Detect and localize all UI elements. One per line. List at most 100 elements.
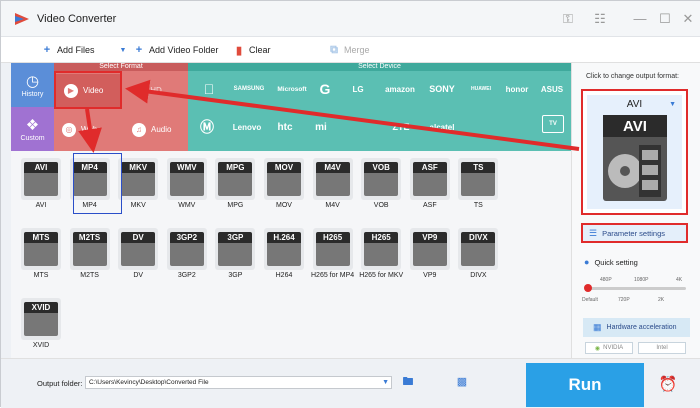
format-item[interactable]: 3GP2 3GP2 xyxy=(163,224,211,288)
brand-zte[interactable]: ZTE xyxy=(384,117,418,137)
brand-htc[interactable]: htc xyxy=(270,117,300,137)
format-icon: DV xyxy=(121,232,156,266)
brand-microsoft[interactable]: Microsoft xyxy=(272,79,312,99)
format-item[interactable]: XVID XVID xyxy=(17,294,65,358)
open-folder-icon[interactable]: ▩ xyxy=(454,376,470,389)
motorola-icon[interactable]: Ⓜ xyxy=(194,117,220,137)
select-device-header: Select Device xyxy=(188,63,571,71)
brand-sony[interactable]: SONY xyxy=(424,79,460,99)
tab-audio[interactable]: ♫ Audio xyxy=(132,113,186,146)
cart-icon[interactable]: ☷ xyxy=(591,10,609,28)
brand-mi[interactable]: mi xyxy=(308,117,334,137)
merge-button[interactable]: ⧉ Merge xyxy=(328,42,369,58)
tab-history[interactable]: ◷ History xyxy=(11,63,54,107)
format-icon: MPG xyxy=(218,162,253,196)
format-icon-tag: H265 xyxy=(315,232,350,243)
chrome-icon: ◎ xyxy=(62,122,76,137)
clear-label: Clear xyxy=(249,45,271,55)
chip-icon: ▦ xyxy=(593,322,602,332)
brand-lg[interactable]: LG xyxy=(346,79,370,99)
left-tabs: ◷ History ❖ Custom xyxy=(11,63,54,151)
output-format-card[interactable]: AVI ▼ AVI xyxy=(587,95,682,209)
format-icon-body xyxy=(461,243,496,266)
key-icon[interactable]: ⚿ xyxy=(559,10,577,28)
format-item[interactable]: TS TS xyxy=(454,154,502,218)
format-item[interactable]: MTS MTS xyxy=(17,224,65,288)
format-item[interactable]: MOV MOV xyxy=(260,154,308,218)
format-icon-body xyxy=(24,243,58,266)
format-icon-tag: WMV xyxy=(169,162,204,173)
format-item[interactable]: 3GP 3GP xyxy=(211,224,259,288)
format-item[interactable]: MPG MPG xyxy=(211,154,259,218)
add-files-button[interactable]: + Add Files xyxy=(41,42,95,58)
format-icon-body xyxy=(412,173,447,196)
tab-web[interactable]: ◎ Web xyxy=(62,113,122,146)
quality-slider[interactable] xyxy=(584,284,686,292)
format-item[interactable]: M4V M4V xyxy=(309,154,357,218)
parameter-settings-button[interactable]: ☰ Parameter settings xyxy=(581,223,688,243)
brand-lenovo[interactable]: Lenovo xyxy=(228,117,266,137)
format-item[interactable]: M2TS M2TS xyxy=(66,224,114,288)
slider-knob[interactable] xyxy=(584,284,592,292)
format-label: 3GP2 xyxy=(177,272,196,279)
format-label: MPG xyxy=(227,202,244,209)
apple-icon[interactable]:  xyxy=(196,79,222,99)
format-label: H265 for MKV xyxy=(359,272,404,279)
chevron-down-icon[interactable]: ▼ xyxy=(382,377,389,388)
alarm-clock-icon[interactable]: ⏰ xyxy=(658,375,678,395)
output-folder-path: C:\Users\Kevincy\Desktop\Converted File xyxy=(89,379,209,386)
browse-folder-icon[interactable]: 🖿 xyxy=(400,376,416,389)
format-icon: TS xyxy=(461,162,496,196)
output-folder-input[interactable]: C:\Users\Kevincy\Desktop\Converted File … xyxy=(85,376,392,389)
brand-tv[interactable]: TV xyxy=(542,115,564,133)
brand-alcatel[interactable]: alcatel xyxy=(422,117,462,137)
brand-huawei[interactable]: HUAWEI xyxy=(464,79,498,99)
nvidia-checkbox[interactable]: ◉ NVIDIA xyxy=(585,342,633,354)
format-icon-body xyxy=(267,243,301,266)
format-item[interactable]: VP9 VP9 xyxy=(406,224,454,288)
brand-honor[interactable]: honor xyxy=(500,79,534,99)
format-icon-tag: H265 xyxy=(364,232,399,243)
format-item[interactable]: H265 H265 for MKV xyxy=(357,224,405,288)
brand-asus[interactable]: ASUS xyxy=(536,79,568,99)
format-item[interactable]: ASF ASF xyxy=(406,154,454,218)
output-format-selector[interactable]: AVI ▼ AVI xyxy=(581,89,688,215)
avi-format-icon: AVI xyxy=(603,115,667,201)
format-icon-body xyxy=(24,173,58,196)
format-item[interactable]: DV DV xyxy=(114,224,162,288)
format-item[interactable]: H.264 H264 xyxy=(260,224,308,288)
tab-custom[interactable]: ❖ Custom xyxy=(11,107,54,151)
run-button[interactable]: Run xyxy=(526,363,644,407)
format-icon-body xyxy=(461,173,496,196)
minimize-button[interactable]: — xyxy=(631,10,649,28)
tab-video[interactable]: ▶ Video xyxy=(56,74,122,107)
format-icon: ASF xyxy=(412,162,447,196)
app-window: Video Converter ⚿ ☷ — ☐ ✕ + Add Files ▼ … xyxy=(0,0,700,408)
format-icon-tag: M2TS xyxy=(72,232,107,243)
format-item[interactable]: WMV WMV xyxy=(163,154,211,218)
slider-tick-480p: 480P xyxy=(600,277,612,283)
format-item[interactable]: H265 H265 for MP4 xyxy=(309,224,357,288)
brand-google[interactable]: G xyxy=(314,79,336,99)
slider-tick-default: Default xyxy=(582,297,598,303)
format-item[interactable]: VOB VOB xyxy=(357,154,405,218)
add-video-folder-button[interactable]: ▼ + Add Video Folder xyxy=(117,42,219,58)
intel-checkbox[interactable]: Intel xyxy=(638,342,686,354)
hardware-acceleration-toggle[interactable]: ▦ Hardware acceleration xyxy=(583,318,690,337)
format-icon-tag: H.264 xyxy=(267,232,301,243)
maximize-button[interactable]: ☐ xyxy=(656,10,674,28)
format-icon-tag: VOB xyxy=(364,162,399,173)
format-label: VOB xyxy=(373,202,389,209)
format-label: 3GP xyxy=(228,272,243,279)
format-icon-body xyxy=(412,243,447,266)
brand-samsung[interactable]: SAMSUNG xyxy=(228,79,270,99)
format-item[interactable]: AVI AVI xyxy=(17,154,65,218)
clear-button[interactable]: ▮ Clear xyxy=(233,42,271,58)
format-item[interactable]: DIVX DIVX xyxy=(454,224,502,288)
brand-amazon[interactable]: amazon xyxy=(380,79,420,99)
format-icon-tag: MOV xyxy=(267,162,301,173)
format-label: H264 xyxy=(275,272,293,279)
close-button[interactable]: ✕ xyxy=(679,10,697,28)
format-icon: DIVX xyxy=(461,232,496,266)
tab-hd[interactable]: HD xyxy=(126,74,186,107)
